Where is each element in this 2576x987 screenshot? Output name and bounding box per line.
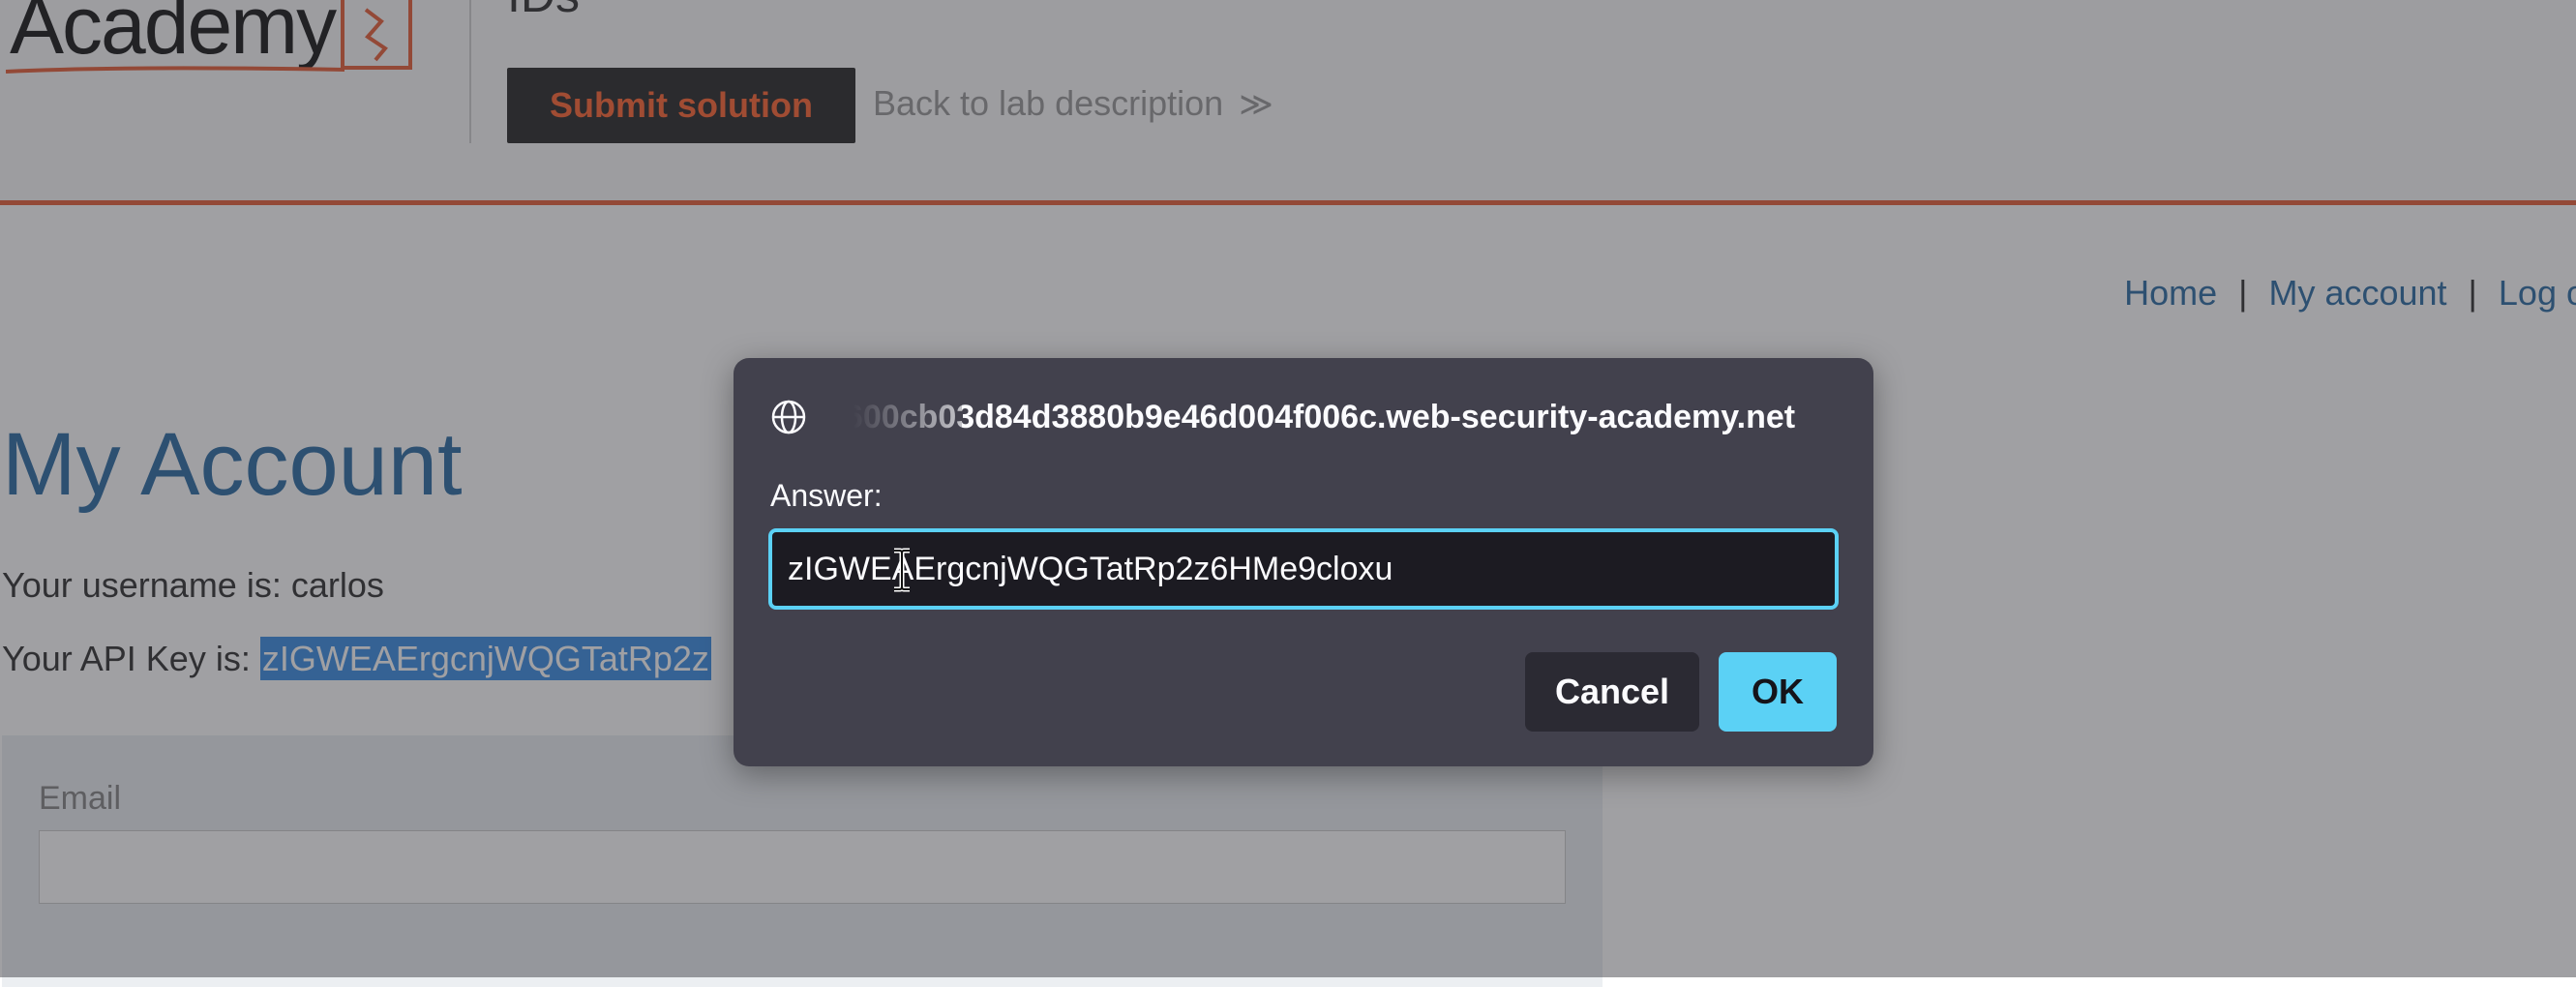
globe-icon [771,400,806,434]
answer-label: Answer: [770,478,883,513]
web-page: Academy IDs Submit solution Back to lab … [0,0,2576,987]
dialog-origin-row: 9600cb03d84d3880b9e46d004f006c.web-secur… [770,393,1795,441]
dialog-origin-text: 9600cb03d84d3880b9e46d004f006c.web-secur… [826,398,1796,435]
ibeam-cursor-icon [894,548,910,592]
origin-fade [826,398,962,436]
cancel-button[interactable]: Cancel [1525,652,1699,732]
answer-input[interactable] [768,528,1839,610]
prompt-dialog: 9600cb03d84d3880b9e46d004f006c.web-secur… [734,358,1873,766]
dialog-origin: 9600cb03d84d3880b9e46d004f006c.web-secur… [826,398,1796,436]
ok-button[interactable]: OK [1719,652,1837,732]
